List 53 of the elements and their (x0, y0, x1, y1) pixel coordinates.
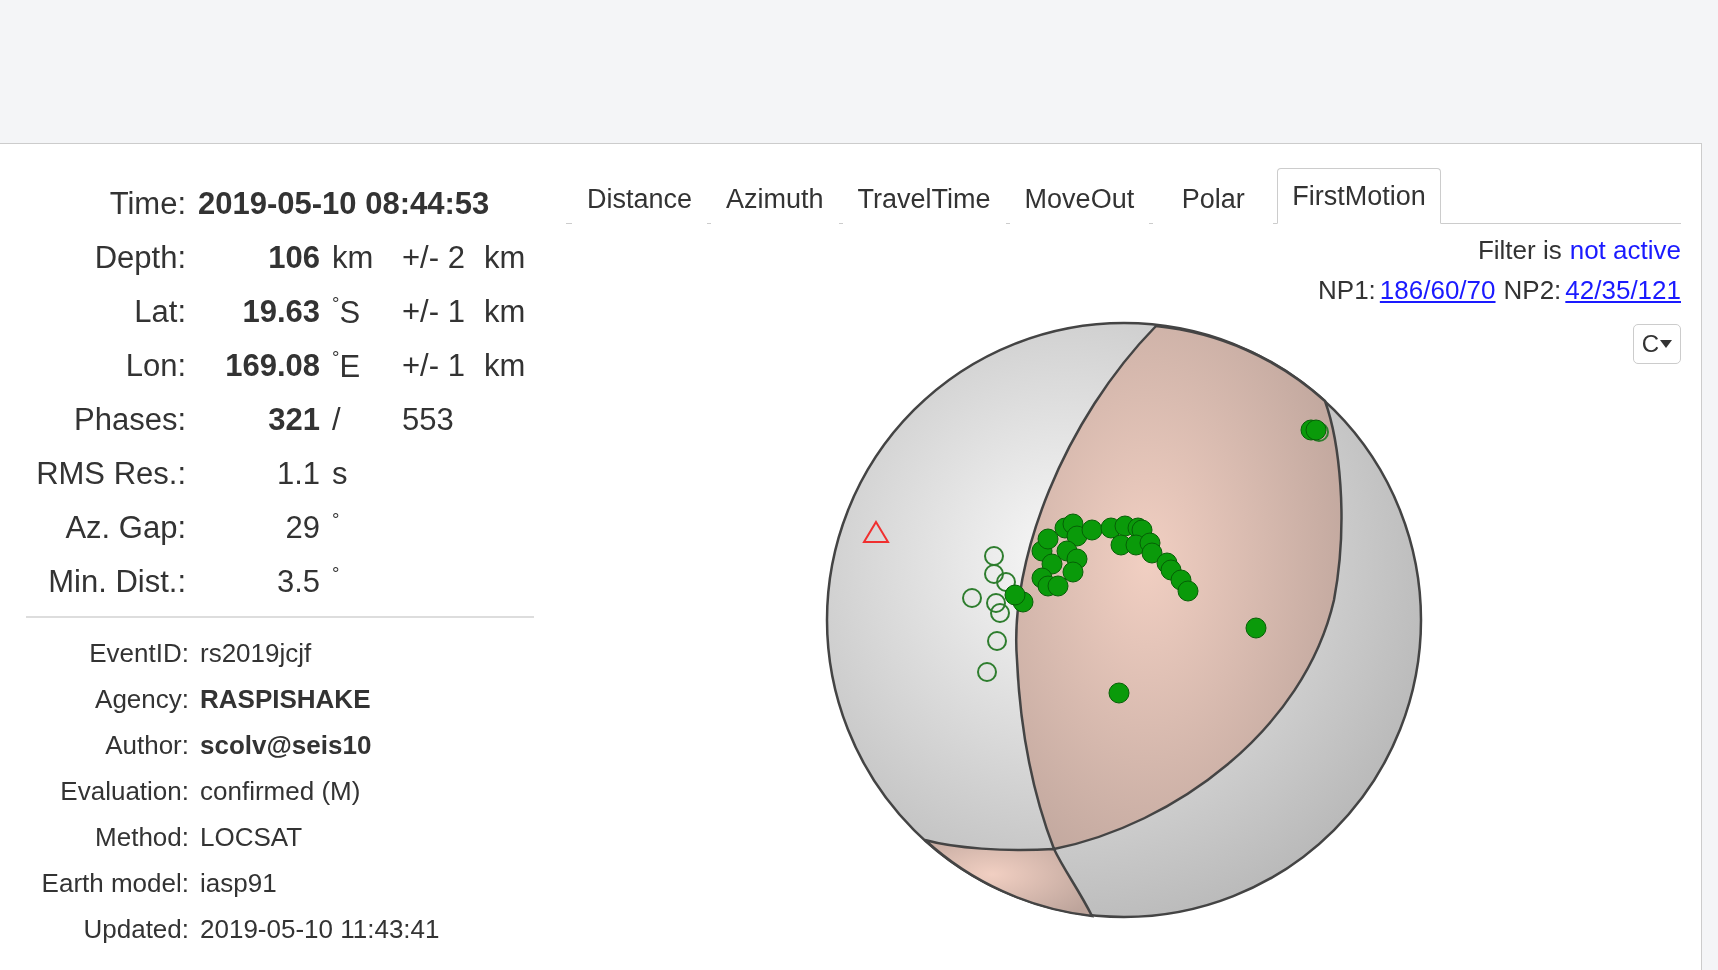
unit-text: s (331, 456, 349, 492)
field-label: Min. Dist.: (47, 564, 187, 600)
unit-text: km (483, 240, 527, 276)
value-text: RASPISHAKE (200, 683, 371, 714)
field-label: Depth: (93, 240, 187, 276)
field-label: Agency: (94, 683, 190, 715)
field-label: RMS Res.: (35, 456, 187, 492)
filter-label: Filter is (1477, 234, 1562, 266)
value-text: iasp91 (200, 867, 277, 898)
value-text: 19.63 (241, 294, 320, 330)
value-text: 106 (267, 240, 320, 276)
nodal-plane-link[interactable]: 42/35/121 (1565, 274, 1681, 306)
field-label: Time: (108, 186, 187, 222)
tab[interactable]: FirstMotion (1277, 168, 1441, 224)
unit-text: km (483, 294, 527, 330)
field-label: Author: (104, 729, 190, 761)
field-label: Phases: (73, 402, 187, 438)
value-text: rs2019jcjf (200, 637, 312, 668)
value-text: 321 (267, 402, 320, 438)
value-text: 2019-05-10 11:43:41 (200, 913, 440, 944)
unit-text: ° (331, 563, 341, 586)
value-text: 169.08 (224, 348, 320, 384)
value-text: LOCSAT (200, 821, 303, 852)
value-text: 29 (284, 510, 320, 546)
value-text: 2019-05-10 08:44:53 (198, 186, 491, 222)
value-text: scolv@seis10 (200, 729, 372, 760)
unit-text: km (483, 348, 527, 384)
uncertainty-text: +/- 2 (401, 240, 466, 276)
field-label: EventID: (88, 637, 190, 669)
field-label: Method: (94, 821, 190, 853)
value-text: confirmed (M) (200, 775, 361, 806)
field-label: Lat: (133, 294, 187, 330)
unit-text: $^{°}$E (331, 347, 362, 385)
menu-button[interactable]: C (1633, 324, 1681, 364)
unit-text: / (331, 402, 342, 438)
value-text: 3.5 (275, 564, 320, 600)
uncertainty-text: 553 (401, 402, 455, 438)
filter-status-link[interactable]: not active (1569, 234, 1681, 266)
unit-text: $^{°}$S (331, 293, 362, 331)
uncertainty-text: +/- 1 (401, 294, 466, 330)
unit-text: km (331, 240, 375, 276)
field-label: Lon: (124, 348, 187, 384)
unit-text: ° (331, 509, 341, 532)
caret-icon (1660, 340, 1673, 348)
uncertainty-text: +/- 1 (401, 348, 466, 384)
value-text: 1.1 (275, 456, 320, 492)
nodal-plane-label: NP2: (1503, 274, 1562, 306)
field-label: Az. Gap: (64, 510, 187, 546)
nodal-plane-link[interactable]: 186/60/70 (1379, 274, 1496, 306)
nodal-plane-label: NP1: (1318, 274, 1376, 306)
field-label: Evaluation: (59, 775, 190, 807)
field-label: Earth model: (40, 867, 190, 899)
field-label: Updated: (82, 913, 190, 945)
